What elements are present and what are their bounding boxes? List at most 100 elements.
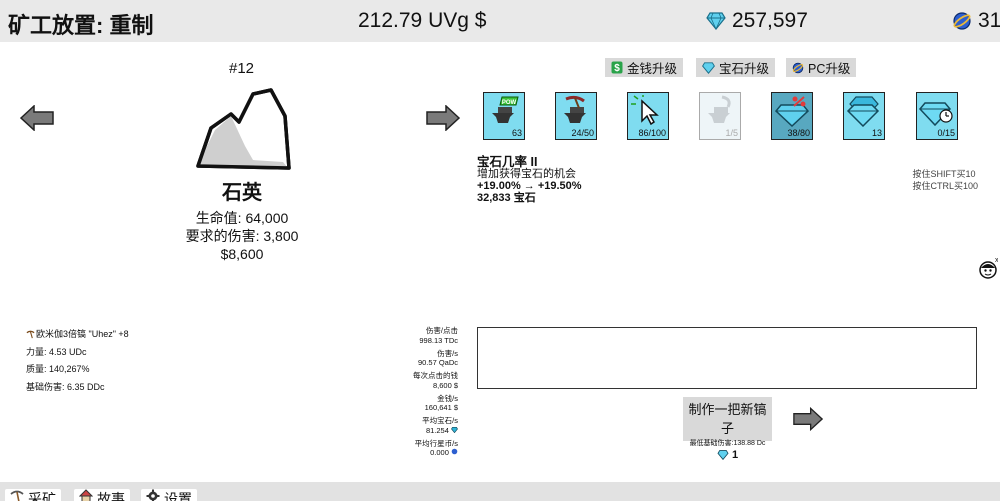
upgrade-tile-2[interactable]: 24/50 [555,92,597,140]
player-stats: 伤害/点击 998.13 TDc 伤害/s 90.57 QaDc 每次点击的钱 … [380,326,458,461]
money-counter: 212.79 UVg $ [358,9,487,32]
stat-value: 90.57 QaDc [417,358,458,367]
anvil-pickaxe-icon [564,95,586,123]
rock-name: 石英 [222,182,262,204]
gear-icon [146,489,160,501]
tab-settings-label: 设置 [164,491,192,501]
pickaxe-base-damage: 基础伤害: 6.35 DDc [26,381,105,392]
anvil-pow-icon: POW [492,96,519,123]
planet-coin-icon [451,448,458,455]
stat-label: 平均宝石/s [422,416,458,425]
stat-value: 8,600 $ [432,380,458,390]
svg-text:POW: POW [502,100,517,106]
upgrade-tile-7[interactable]: 0/15 [916,92,958,140]
shift-hint: 按住SHIFT买10 [912,169,976,179]
craft-title: 制作一把新镐子 [688,402,767,436]
stat-value: 998.13 TDc [419,335,458,345]
gem-icon [706,12,726,30]
rock-hp: 生命值: 64,000 [195,210,289,226]
cursor-click-icon [631,95,659,126]
planet-coin-count: 31 [978,9,1000,32]
pickaxe-display-box [477,327,977,389]
stat-label: 每次点击的钱 [413,371,458,380]
upgrade-description: 增加获得宝石的机会 [477,168,576,180]
upgrade-tile-3[interactable]: 86/100 [627,92,669,140]
upgrade-tile-1[interactable]: POW 63 [483,92,525,140]
upgrade-cost: 32,833 宝石 [477,192,536,204]
next-rock-arrow-icon[interactable] [426,105,460,131]
tab-gem-label: 宝石升级 [719,62,770,76]
upgrade-count: 24/50 [571,128,594,138]
planet-coin-counter: 31 [952,9,1000,33]
pickaxe-name: 欧米伽3倍镐 "Uhez" +8 [36,329,129,339]
stat-value-row: 0.000 [380,448,458,458]
gem-icon [702,61,715,74]
rock-required-damage: 要求的伤害: 3,800 [185,228,299,244]
tab-money-upgrades[interactable]: $ 金钱升级 [605,58,684,77]
rock-number: #12 [229,60,255,77]
stat-label: 金钱/s [437,393,458,403]
gem-percent-icon [774,96,810,127]
craft-min-damage: 最低基础伤害:138.88 Dc [689,440,766,447]
buy-hints: 按住SHIFT买10 按住CTRL买100 [912,168,978,192]
craft-cost: 1 [683,449,772,461]
anvil-shadow-icon [708,95,731,123]
tab-money-label: 金钱升级 [627,62,678,76]
gem-count: 257,597 [732,9,808,32]
planet-coin-icon [792,62,804,73]
craft-pickaxe-button[interactable]: 制作一把新镐子 最低基础伤害:138.88 Dc 1 [683,397,772,461]
stat-value: 81.254 [425,425,449,435]
pickaxe-power: 力量: 4.53 UDc [26,346,87,357]
pickaxe-stats: 欧米伽3倍镐 "Uhez" +8 力量: 4.53 UDc 质量: 140,26… [26,326,129,396]
stat-value-row: 81.254 [380,426,458,436]
gem-counter: 257,597 [706,9,808,33]
upgrade-tile-4[interactable]: 1/5 [699,92,741,140]
pickaxe-icon [26,330,35,339]
house-icon [79,489,93,501]
upgrade-tile-6[interactable]: 13 [843,92,885,140]
app-title: 矿工放置: 重制 [8,13,154,38]
upgrade-count: 0/15 [937,128,955,138]
stat-label: 伤害/s [437,348,458,358]
rock-value: $8,600 [220,246,264,262]
upgrade-count: 13 [871,128,882,138]
double-gem-icon [846,96,880,127]
stat-label: 伤害/点击 [425,326,458,335]
upgrade-count: 86/100 [638,128,666,138]
tab-mining-label: 采矿 [28,491,56,501]
pickaxe-icon [10,490,24,501]
tab-pc-label: PC升级 [808,62,851,76]
planet-coin-icon [953,12,971,30]
upgrade-tile-5[interactable]: 38/80 [771,92,813,140]
gem-clock-icon [919,102,953,127]
next-pickaxe-arrow-icon[interactable] [793,407,823,431]
rock-icon[interactable] [193,86,293,176]
pickaxe-quality: 质量: 140,267% [26,364,90,374]
upgrade-count: 63 [511,128,522,138]
dollar-icon: $ [611,61,623,74]
craft-cost-value: 1 [731,449,739,461]
tab-settings[interactable]: 设置 [141,489,197,501]
tab-story-label: 故事 [97,491,125,501]
gem-icon [451,426,458,433]
tab-story[interactable]: 故事 [74,489,130,501]
pickaxe-name-row: 欧米伽3倍镐 "Uhez" +8 [26,326,129,344]
tab-pc-upgrades[interactable]: PC升级 [786,58,857,77]
upgrade-name: 宝石几率 II [477,155,538,169]
upgrade-details: 宝石几率 II 增加获得宝石的机会 +19.00% → +19.50% 32,8… [477,156,582,204]
tab-mining[interactable]: 采矿 [5,489,61,501]
svg-text:x: x [995,258,998,264]
rock-stats: 生命值: 64,000 要求的伤害: 3,800 $8,600 [160,209,324,263]
upgrade-count: 38/80 [787,128,810,138]
upgrade-change: +19.00% → +19.50% [477,180,582,192]
character-avatar-icon[interactable]: x [978,258,998,280]
previous-rock-arrow-icon[interactable] [20,105,54,131]
stat-value: 0.000 [430,448,449,457]
stat-value: 160,641 $ [424,403,458,412]
svg-text:$: $ [614,63,620,74]
ctrl-hint: 按住CTRL买100 [912,181,978,191]
tab-gem-upgrades[interactable]: 宝石升级 [696,58,776,77]
upgrade-count: 1/5 [725,128,738,138]
stat-label: 平均行星币/s [414,438,458,448]
top-bar: 矿工放置: 重制 212.79 UVg $ 257,597 31 [0,0,1000,42]
